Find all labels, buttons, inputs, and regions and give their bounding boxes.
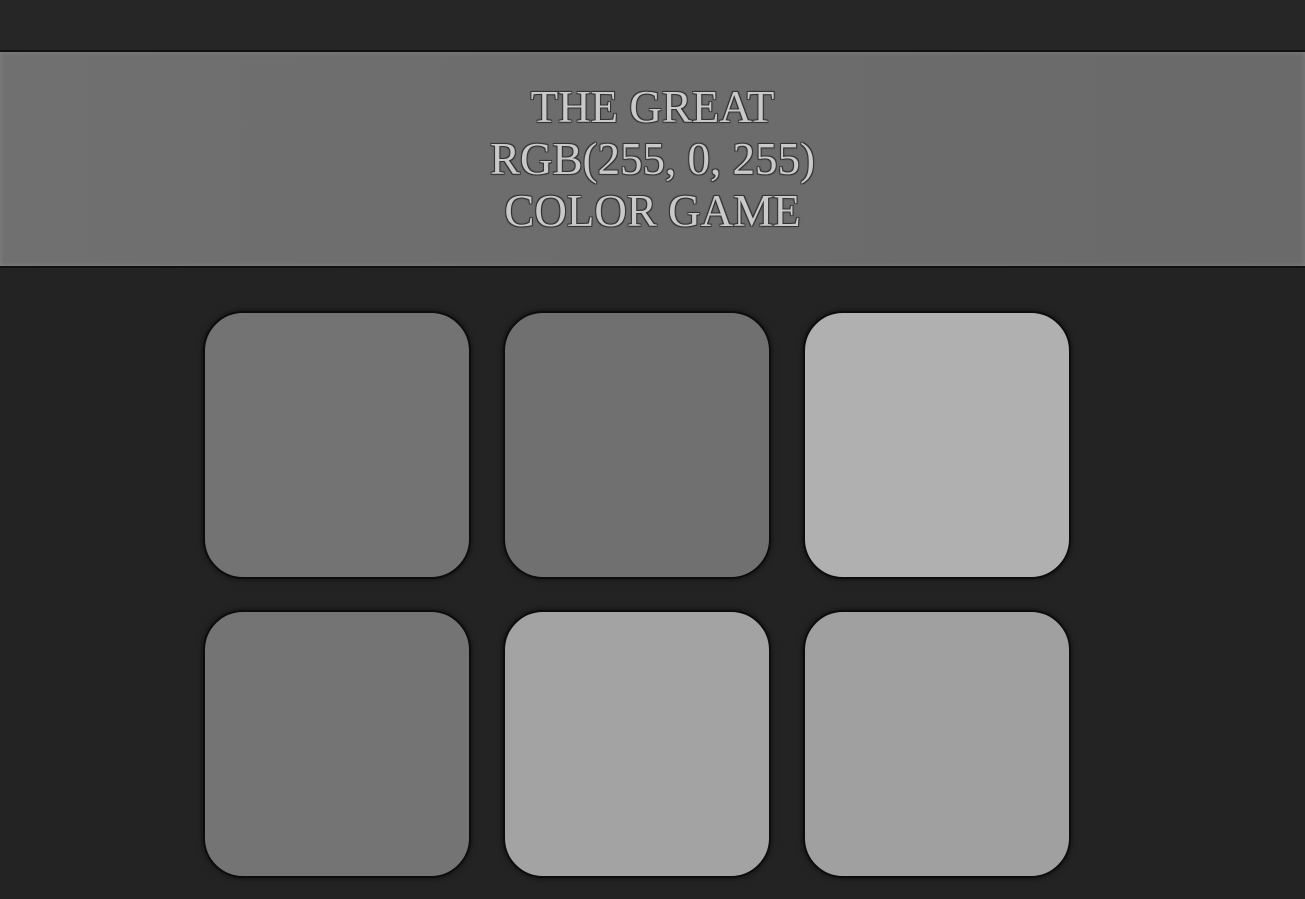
color-board [203,311,1075,882]
title-line-3: COLOR GAME [504,186,801,236]
color-square[interactable] [503,311,771,579]
title-target-rgb: RGB(255, 0, 255) [490,134,815,184]
title-line-1: THE GREAT [530,82,775,132]
color-square[interactable] [503,610,771,878]
color-square[interactable] [203,610,471,878]
game-header: THE GREAT RGB(255, 0, 255) COLOR GAME [0,52,1305,268]
color-square[interactable] [803,610,1071,878]
color-square[interactable] [203,311,471,579]
top-bar [0,0,1305,52]
color-square[interactable] [803,311,1071,579]
